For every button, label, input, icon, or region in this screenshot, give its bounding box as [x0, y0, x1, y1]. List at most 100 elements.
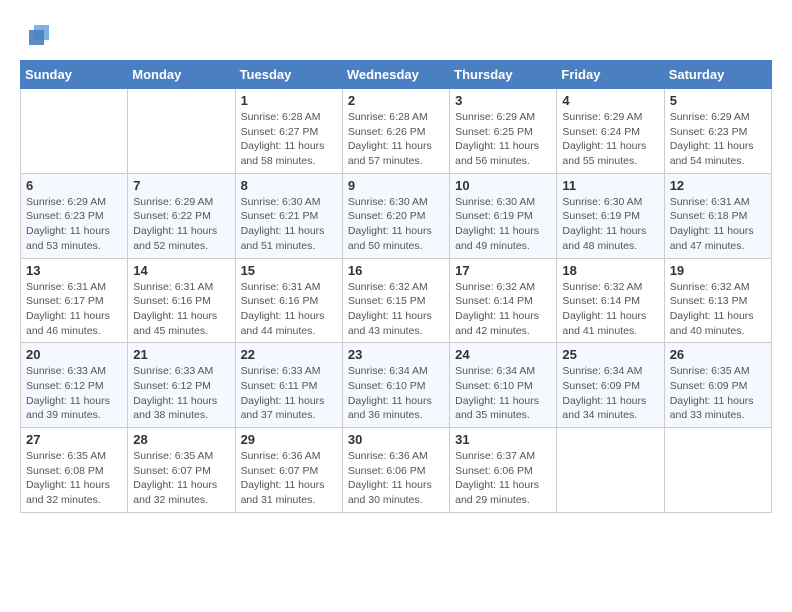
day-cell: 9 Sunrise: 6:30 AM Sunset: 6:20 PM Daylig…	[342, 173, 449, 258]
day-cell: 24Sunrise: 6:34 AM Sunset: 6:10 PM Dayli…	[450, 343, 557, 428]
day-number: 15	[241, 263, 337, 278]
day-info: Sunrise: 6:30 AM Sunset: 6:21 PM Dayligh…	[241, 195, 337, 254]
header-cell-saturday: Saturday	[664, 61, 771, 89]
header-cell-friday: Friday	[557, 61, 664, 89]
day-number: 4	[562, 93, 658, 108]
day-number: 9	[348, 178, 444, 193]
day-info: Sunrise: 6:35 AM Sunset: 6:07 PM Dayligh…	[133, 449, 229, 508]
day-number: 23	[348, 347, 444, 362]
day-info: Sunrise: 6:30 AM Sunset: 6:20 PM Dayligh…	[348, 195, 444, 254]
day-cell: 3 Sunrise: 6:29 AM Sunset: 6:25 PM Daylig…	[450, 89, 557, 174]
day-number: 5	[670, 93, 766, 108]
week-row-3: 13 Sunrise: 6:31 AM Sunset: 6:17 PM Dayli…	[21, 258, 772, 343]
header-cell-thursday: Thursday	[450, 61, 557, 89]
day-info: Sunrise: 6:29 AM Sunset: 6:23 PM Dayligh…	[670, 110, 766, 169]
day-number: 12	[670, 178, 766, 193]
day-info: Sunrise: 6:37 AM Sunset: 6:06 PM Dayligh…	[455, 449, 551, 508]
day-cell: 22 Sunrise: 6:33 AM Sunset: 6:11 PM Dayli…	[235, 343, 342, 428]
day-number: 22	[241, 347, 337, 362]
day-number: 3	[455, 93, 551, 108]
day-cell: 14 Sunrise: 6:31 AM Sunset: 6:16 PM Dayli…	[128, 258, 235, 343]
day-cell: 28Sunrise: 6:35 AM Sunset: 6:07 PM Dayli…	[128, 428, 235, 513]
week-row-4: 20Sunrise: 6:33 AM Sunset: 6:12 PM Dayli…	[21, 343, 772, 428]
day-info: Sunrise: 6:30 AM Sunset: 6:19 PM Dayligh…	[455, 195, 551, 254]
header-cell-monday: Monday	[128, 61, 235, 89]
day-info: Sunrise: 6:29 AM Sunset: 6:22 PM Dayligh…	[133, 195, 229, 254]
day-cell: 23Sunrise: 6:34 AM Sunset: 6:10 PM Dayli…	[342, 343, 449, 428]
day-number: 24	[455, 347, 551, 362]
day-number: 7	[133, 178, 229, 193]
day-info: Sunrise: 6:32 AM Sunset: 6:14 PM Dayligh…	[562, 280, 658, 339]
day-number: 10	[455, 178, 551, 193]
day-info: Sunrise: 6:35 AM Sunset: 6:09 PM Dayligh…	[670, 364, 766, 423]
day-info: Sunrise: 6:28 AM Sunset: 6:27 PM Dayligh…	[241, 110, 337, 169]
day-info: Sunrise: 6:33 AM Sunset: 6:11 PM Dayligh…	[241, 364, 337, 423]
logo-icon	[24, 20, 54, 50]
day-number: 31	[455, 432, 551, 447]
day-info: Sunrise: 6:33 AM Sunset: 6:12 PM Dayligh…	[133, 364, 229, 423]
day-cell: 29Sunrise: 6:36 AM Sunset: 6:07 PM Dayli…	[235, 428, 342, 513]
day-number: 25	[562, 347, 658, 362]
day-cell: 11 Sunrise: 6:30 AM Sunset: 6:19 PM Dayli…	[557, 173, 664, 258]
day-cell: 15 Sunrise: 6:31 AM Sunset: 6:16 PM Dayli…	[235, 258, 342, 343]
day-info: Sunrise: 6:36 AM Sunset: 6:06 PM Dayligh…	[348, 449, 444, 508]
day-info: Sunrise: 6:29 AM Sunset: 6:25 PM Dayligh…	[455, 110, 551, 169]
day-cell: 30 Sunrise: 6:36 AM Sunset: 6:06 PM Dayli…	[342, 428, 449, 513]
day-cell: 21Sunrise: 6:33 AM Sunset: 6:12 PM Dayli…	[128, 343, 235, 428]
day-cell: 8Sunrise: 6:30 AM Sunset: 6:21 PM Daylig…	[235, 173, 342, 258]
day-cell	[557, 428, 664, 513]
week-row-2: 6 Sunrise: 6:29 AM Sunset: 6:23 PM Daylig…	[21, 173, 772, 258]
day-number: 16	[348, 263, 444, 278]
day-cell: 13 Sunrise: 6:31 AM Sunset: 6:17 PM Dayli…	[21, 258, 128, 343]
day-cell: 20Sunrise: 6:33 AM Sunset: 6:12 PM Dayli…	[21, 343, 128, 428]
calendar-table: SundayMondayTuesdayWednesdayThursdayFrid…	[20, 60, 772, 513]
day-cell: 12 Sunrise: 6:31 AM Sunset: 6:18 PM Dayli…	[664, 173, 771, 258]
week-row-1: 1 Sunrise: 6:28 AM Sunset: 6:27 PM Daylig…	[21, 89, 772, 174]
day-cell: 4 Sunrise: 6:29 AM Sunset: 6:24 PM Daylig…	[557, 89, 664, 174]
day-cell	[21, 89, 128, 174]
day-cell: 19 Sunrise: 6:32 AM Sunset: 6:13 PM Dayli…	[664, 258, 771, 343]
day-cell: 27Sunrise: 6:35 AM Sunset: 6:08 PM Dayli…	[21, 428, 128, 513]
day-cell: 18 Sunrise: 6:32 AM Sunset: 6:14 PM Dayli…	[557, 258, 664, 343]
day-number: 29	[241, 432, 337, 447]
day-cell: 16 Sunrise: 6:32 AM Sunset: 6:15 PM Dayli…	[342, 258, 449, 343]
day-info: Sunrise: 6:31 AM Sunset: 6:18 PM Dayligh…	[670, 195, 766, 254]
day-cell: 1 Sunrise: 6:28 AM Sunset: 6:27 PM Daylig…	[235, 89, 342, 174]
day-cell: 6 Sunrise: 6:29 AM Sunset: 6:23 PM Daylig…	[21, 173, 128, 258]
day-cell: 17Sunrise: 6:32 AM Sunset: 6:14 PM Dayli…	[450, 258, 557, 343]
day-number: 13	[26, 263, 122, 278]
day-number: 1	[241, 93, 337, 108]
day-info: Sunrise: 6:35 AM Sunset: 6:08 PM Dayligh…	[26, 449, 122, 508]
week-row-5: 27Sunrise: 6:35 AM Sunset: 6:08 PM Dayli…	[21, 428, 772, 513]
day-info: Sunrise: 6:31 AM Sunset: 6:16 PM Dayligh…	[133, 280, 229, 339]
day-info: Sunrise: 6:30 AM Sunset: 6:19 PM Dayligh…	[562, 195, 658, 254]
day-number: 26	[670, 347, 766, 362]
day-cell	[664, 428, 771, 513]
day-number: 2	[348, 93, 444, 108]
header-cell-sunday: Sunday	[21, 61, 128, 89]
header-cell-wednesday: Wednesday	[342, 61, 449, 89]
day-number: 14	[133, 263, 229, 278]
day-info: Sunrise: 6:32 AM Sunset: 6:15 PM Dayligh…	[348, 280, 444, 339]
day-cell: 25 Sunrise: 6:34 AM Sunset: 6:09 PM Dayli…	[557, 343, 664, 428]
day-number: 18	[562, 263, 658, 278]
day-number: 30	[348, 432, 444, 447]
day-info: Sunrise: 6:31 AM Sunset: 6:17 PM Dayligh…	[26, 280, 122, 339]
day-cell: 26 Sunrise: 6:35 AM Sunset: 6:09 PM Dayli…	[664, 343, 771, 428]
day-number: 6	[26, 178, 122, 193]
page-header	[20, 20, 772, 50]
header-cell-tuesday: Tuesday	[235, 61, 342, 89]
day-info: Sunrise: 6:29 AM Sunset: 6:23 PM Dayligh…	[26, 195, 122, 254]
day-number: 11	[562, 178, 658, 193]
day-cell: 5 Sunrise: 6:29 AM Sunset: 6:23 PM Daylig…	[664, 89, 771, 174]
day-info: Sunrise: 6:34 AM Sunset: 6:09 PM Dayligh…	[562, 364, 658, 423]
day-info: Sunrise: 6:33 AM Sunset: 6:12 PM Dayligh…	[26, 364, 122, 423]
day-info: Sunrise: 6:31 AM Sunset: 6:16 PM Dayligh…	[241, 280, 337, 339]
day-number: 19	[670, 263, 766, 278]
header-row: SundayMondayTuesdayWednesdayThursdayFrid…	[21, 61, 772, 89]
day-info: Sunrise: 6:29 AM Sunset: 6:24 PM Dayligh…	[562, 110, 658, 169]
day-info: Sunrise: 6:32 AM Sunset: 6:13 PM Dayligh…	[670, 280, 766, 339]
day-cell: 10 Sunrise: 6:30 AM Sunset: 6:19 PM Dayli…	[450, 173, 557, 258]
logo	[20, 20, 54, 50]
day-number: 17	[455, 263, 551, 278]
